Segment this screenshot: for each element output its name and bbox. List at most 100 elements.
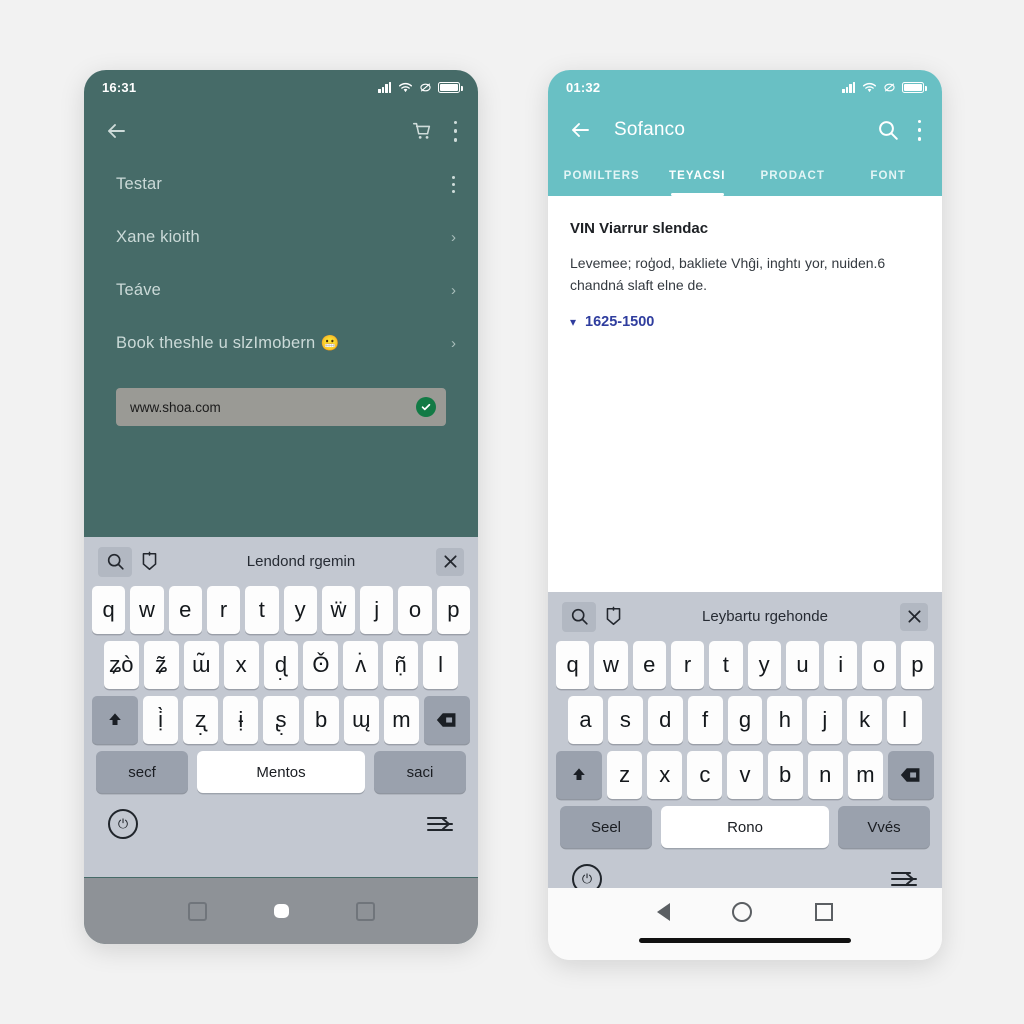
tab-font[interactable]: FONT	[841, 156, 937, 196]
key[interactable]: c	[687, 751, 723, 799]
recents-square-icon[interactable]	[187, 901, 207, 921]
key[interactable]: ẅ	[321, 586, 356, 634]
backspace-key[interactable]	[423, 696, 470, 744]
key[interactable]: a	[568, 696, 603, 744]
content-heading: VIN Viarrur slendac	[570, 220, 709, 237]
sticker-icon[interactable]	[596, 602, 630, 632]
key[interactable]: j	[360, 586, 394, 634]
key[interactable]: ṇ̃	[383, 641, 419, 689]
list-item[interactable]: Xane kioith ›	[84, 211, 478, 264]
key[interactable]: o	[398, 586, 432, 634]
key[interactable]: q	[556, 641, 590, 689]
search-icon[interactable]	[877, 119, 899, 141]
key[interactable]: ʑ̃	[143, 641, 179, 689]
key[interactable]: q	[92, 586, 126, 634]
text-lines-icon[interactable]	[426, 814, 454, 834]
backspace-key[interactable]	[887, 751, 934, 799]
keyboard-row-3: ị̀ ʐ̣ ɨ̣ ʂ̣ b ɯ̨ m	[90, 696, 472, 744]
key[interactable]: ị̀	[143, 696, 179, 744]
key[interactable]: n	[807, 751, 843, 799]
key[interactable]: d	[647, 696, 683, 744]
key[interactable]: k	[847, 696, 883, 744]
key[interactable]: r	[206, 586, 241, 634]
key[interactable]: s	[607, 696, 643, 744]
key[interactable]: j	[807, 696, 843, 744]
square-icon[interactable]	[355, 901, 375, 921]
key[interactable]: p	[436, 586, 470, 634]
key[interactable]: ʘ̌	[303, 641, 339, 689]
keyboard-left-function-key[interactable]: Seel	[560, 806, 652, 848]
tab-bar: POMILTERS TEYACSI PRODACT FONT	[548, 156, 942, 196]
key[interactable]: e	[168, 586, 202, 634]
more-vertical-icon[interactable]	[451, 176, 456, 193]
close-icon[interactable]	[900, 602, 928, 631]
list-item[interactable]: Testar	[84, 158, 478, 211]
key[interactable]: ɨ̣	[223, 696, 259, 744]
back-triangle-icon[interactable]	[657, 903, 671, 921]
list-item[interactable]: Book theshle u slzImobern 😬 ›	[84, 317, 478, 370]
spacebar-key[interactable]: Rono	[661, 806, 829, 848]
search-icon[interactable]	[562, 601, 596, 632]
key[interactable]: i	[824, 641, 858, 689]
key[interactable]: b	[767, 751, 803, 799]
home-circle-icon[interactable]	[732, 902, 753, 922]
key[interactable]: m	[847, 751, 883, 799]
power-icon[interactable]: ⏻	[108, 809, 138, 839]
back-arrow-icon[interactable]	[568, 118, 592, 142]
key[interactable]: f	[687, 696, 723, 744]
keyboard-bottom-row: secf Mentos saci	[90, 751, 472, 793]
key[interactable]: y	[747, 641, 781, 689]
url-input[interactable]: www.shoa.com	[116, 388, 446, 426]
key[interactable]: u	[785, 641, 820, 689]
key[interactable]: x	[223, 641, 259, 689]
key[interactable]: m	[383, 696, 419, 744]
key[interactable]: w	[594, 641, 628, 689]
key[interactable]: o	[862, 641, 896, 689]
keyboard-right-function-key[interactable]: Vvés	[838, 806, 930, 848]
key[interactable]: g	[727, 696, 763, 744]
key[interactable]: ɯ̨	[343, 696, 379, 744]
more-vertical-icon[interactable]	[917, 119, 922, 141]
key[interactable]: ʐ̣	[183, 696, 219, 744]
expandable-link[interactable]: ▾ 1625-1500	[570, 314, 920, 330]
keyboard-right-function-key[interactable]: saci	[374, 751, 466, 793]
key[interactable]: r	[670, 641, 705, 689]
text-lines-icon[interactable]	[890, 869, 918, 889]
tab-pomilters[interactable]: POMILTERS	[554, 156, 650, 196]
key[interactable]: ɯ̃	[183, 641, 219, 689]
key[interactable]: l	[887, 696, 923, 744]
search-icon[interactable]	[98, 546, 132, 577]
key[interactable]: w	[130, 586, 164, 634]
sticker-icon[interactable]	[132, 547, 166, 577]
back-arrow-icon[interactable]	[104, 119, 128, 143]
list-item[interactable]: Teáve ›	[84, 264, 478, 317]
tab-prodact[interactable]: PRODACT	[745, 156, 841, 196]
keyboard-left-function-key[interactable]: secf	[96, 751, 188, 793]
shift-key[interactable]	[92, 696, 138, 744]
shift-key[interactable]	[556, 751, 602, 799]
spacebar-key[interactable]: Mentos	[197, 751, 365, 793]
tab-teyacsi[interactable]: TEYACSI	[650, 156, 746, 196]
cart-icon[interactable]	[411, 120, 433, 142]
key[interactable]: b	[303, 696, 339, 744]
key[interactable]: z	[607, 751, 643, 799]
key[interactable]: ʑò	[104, 641, 139, 689]
key[interactable]: ɖ̣	[263, 641, 299, 689]
more-vertical-icon[interactable]	[453, 120, 458, 142]
key[interactable]: ʌ̇	[343, 641, 379, 689]
key[interactable]: t	[709, 641, 743, 689]
gesture-bar[interactable]	[639, 938, 851, 943]
keyboard-hint-text: Lendond rgemin	[246, 553, 356, 570]
key[interactable]: p	[900, 641, 934, 689]
key[interactable]: t	[245, 586, 279, 634]
key[interactable]: x	[647, 751, 683, 799]
key[interactable]: y	[283, 586, 317, 634]
key[interactable]: l	[423, 641, 459, 689]
key[interactable]: ʂ̣	[263, 696, 299, 744]
key[interactable]: e	[632, 641, 666, 689]
key[interactable]: h	[767, 696, 803, 744]
recents-square-icon[interactable]	[814, 903, 833, 921]
key[interactable]: v	[727, 751, 763, 799]
close-icon[interactable]	[436, 547, 464, 576]
home-dot-icon[interactable]	[273, 904, 289, 918]
